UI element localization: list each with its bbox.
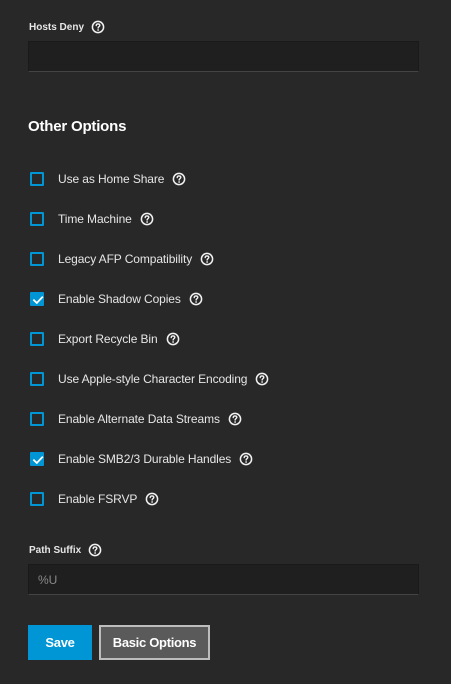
checkbox-row-enable-fsrvp[interactable]: Enable FSRVP [30,490,159,508]
checkbox[interactable] [30,252,44,266]
help-icon[interactable] [145,492,159,506]
help-icon[interactable] [228,412,242,426]
checkbox-row-enable-alternate-data-streams[interactable]: Enable Alternate Data Streams [30,410,242,428]
checkbox-label: Legacy AFP Compatibility [58,252,193,266]
checkbox-label: Enable Shadow Copies [58,292,181,306]
basic-options-button[interactable]: Basic Options [99,625,210,660]
checkmark-icon [32,296,44,305]
checkbox-label: Time Machine [58,212,132,226]
checkbox-label: Use as Home Share [58,172,165,186]
checkbox-label: Export Recycle Bin [58,332,158,346]
checkbox-row-enable-smb2-3-durable-handles[interactable]: Enable SMB2/3 Durable Handles [30,450,253,468]
hosts-deny-label: Hosts Deny [29,19,105,35]
help-icon[interactable] [166,332,180,346]
help-icon[interactable] [140,212,154,226]
path-suffix-label: Path Suffix [29,542,102,558]
section-title-other-options: Other Options [28,118,127,135]
checkbox-row-use-apple-style-character-encoding[interactable]: Use Apple-style Character Encoding [30,370,269,388]
checkbox-row-time-machine[interactable]: Time Machine [30,210,154,228]
help-icon[interactable] [91,20,105,34]
save-button[interactable]: Save [28,625,92,660]
checkbox[interactable] [30,492,44,506]
checkmark-icon [32,456,44,465]
help-icon[interactable] [172,172,186,186]
checkbox-row-enable-shadow-copies[interactable]: Enable Shadow Copies [30,290,203,308]
checkbox-label: Enable Alternate Data Streams [58,412,220,426]
checkbox-label: Use Apple-style Character Encoding [58,372,248,386]
help-icon[interactable] [200,252,214,266]
checkbox[interactable] [30,332,44,346]
help-icon[interactable] [255,372,269,386]
checkbox[interactable] [30,212,44,226]
help-icon[interactable] [88,543,102,557]
hosts-deny-label-text: Hosts Deny [29,21,85,33]
checkbox-label: Enable FSRVP [58,492,138,506]
path-suffix-input[interactable] [28,564,419,595]
checkbox[interactable] [30,372,44,386]
checkbox-label: Enable SMB2/3 Durable Handles [58,452,232,466]
checkbox[interactable] [30,172,44,186]
checkbox-row-export-recycle-bin[interactable]: Export Recycle Bin [30,330,180,348]
checkbox-row-use-as-home-share[interactable]: Use as Home Share [30,170,186,188]
checkbox-row-legacy-afp-compatibility[interactable]: Legacy AFP Compatibility [30,250,214,268]
checkbox-checked[interactable] [30,292,44,306]
hosts-deny-input[interactable] [28,41,419,72]
help-icon[interactable] [239,452,253,466]
checkbox-checked[interactable] [30,452,44,466]
path-suffix-label-text: Path Suffix [29,544,82,556]
help-icon[interactable] [189,292,203,306]
checkbox[interactable] [30,412,44,426]
